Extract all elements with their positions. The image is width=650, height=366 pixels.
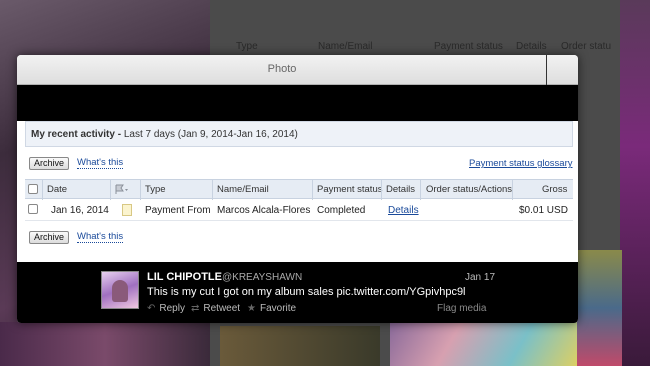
retweet-icon: ⇄ (191, 303, 200, 314)
tweet-avatar[interactable] (101, 271, 139, 309)
flag-filter-icon[interactable] (115, 184, 129, 195)
tweet-date[interactable]: Jan 17 (465, 272, 495, 283)
background-thumb-2 (220, 326, 380, 366)
col-name-email[interactable]: Name/Email (217, 184, 269, 195)
recent-activity-panel: My recent activity - Last 7 days (Jan 9,… (21, 121, 573, 257)
bg-col-payment-status: Payment status (434, 41, 503, 52)
photo-top-band (17, 85, 578, 121)
background-thumb-1 (0, 322, 210, 366)
row-details-link[interactable]: Details (388, 205, 419, 216)
row-date: Jan 16, 2014 (51, 205, 109, 216)
tweet-author-handle[interactable]: @KREAYSHAWN (222, 272, 302, 283)
row-payment-status: Completed (317, 205, 366, 216)
recent-activity-header: My recent activity - Last 7 days (Jan 9,… (25, 121, 573, 147)
recent-activity-title: My recent activity - (31, 129, 122, 140)
flag-media-link[interactable]: Flag media (437, 303, 486, 314)
col-date[interactable]: Date (47, 184, 67, 195)
table-row: Jan 16, 2014 Payment From Marcos Alcala-… (25, 199, 573, 221)
retweet-button[interactable]: ⇄ Retweet (191, 303, 240, 314)
lightbox-title: Photo (267, 63, 297, 75)
activity-table-header: Date Type Name/Email Payment status Deta… (25, 179, 573, 200)
tweet-text: This is my cut I got on my album sales p… (147, 286, 466, 298)
col-details: Details (386, 184, 416, 195)
select-all-checkbox[interactable] (28, 184, 38, 194)
tweet-author-name[interactable]: LIL CHIPOTLE (147, 271, 222, 283)
lightbox-titlebar: Photo (17, 55, 578, 85)
col-order-status: Order status/Actions (426, 184, 513, 195)
favorite-label: Favorite (259, 303, 297, 314)
bg-col-details: Details (516, 41, 547, 52)
favorite-button[interactable]: ★ Favorite (247, 303, 296, 314)
background-thumb-4 (577, 250, 622, 366)
note-icon (122, 204, 132, 216)
row-gross: $0.01 USD (519, 205, 568, 216)
row-checkbox[interactable] (28, 204, 38, 214)
bg-col-type: Type (236, 41, 258, 52)
photo-lightbox: Photo My recent activity - Last 7 days (… (17, 55, 578, 323)
reply-icon: ↶ (147, 303, 156, 314)
col-gross[interactable]: Gross (542, 184, 567, 195)
whats-this-link-top[interactable]: What's this (77, 157, 124, 169)
col-type[interactable]: Type (145, 184, 166, 195)
tweet-panel: LIL CHIPOTLE @KREAYSHAWN Jan 17 This is … (17, 262, 578, 323)
bg-col-order-status: Order statu (561, 41, 612, 52)
favorite-icon: ★ (247, 303, 256, 314)
reply-button[interactable]: ↶ Reply (147, 303, 185, 314)
row-type: Payment From (145, 205, 211, 216)
archive-button-bottom[interactable]: Archive (29, 231, 70, 244)
archive-button-top[interactable]: Archive (29, 157, 70, 170)
retweet-label: Retweet (203, 303, 241, 314)
whats-this-link-bottom[interactable]: What's this (77, 231, 124, 243)
background-photo-right (620, 0, 650, 366)
row-name: Marcos Alcala-Flores (217, 205, 311, 216)
payment-status-glossary-link[interactable]: Payment status glossary (469, 158, 573, 169)
reply-label: Reply (159, 303, 185, 314)
bg-col-name-email: Name/Email (318, 41, 373, 52)
background-thumb-3 (390, 322, 580, 366)
col-payment-status[interactable]: Payment status (317, 184, 382, 195)
recent-activity-range: Last 7 days (Jan 9, 2014-Jan 16, 2014) (123, 129, 298, 140)
lightbox-close-button[interactable] (546, 55, 578, 85)
